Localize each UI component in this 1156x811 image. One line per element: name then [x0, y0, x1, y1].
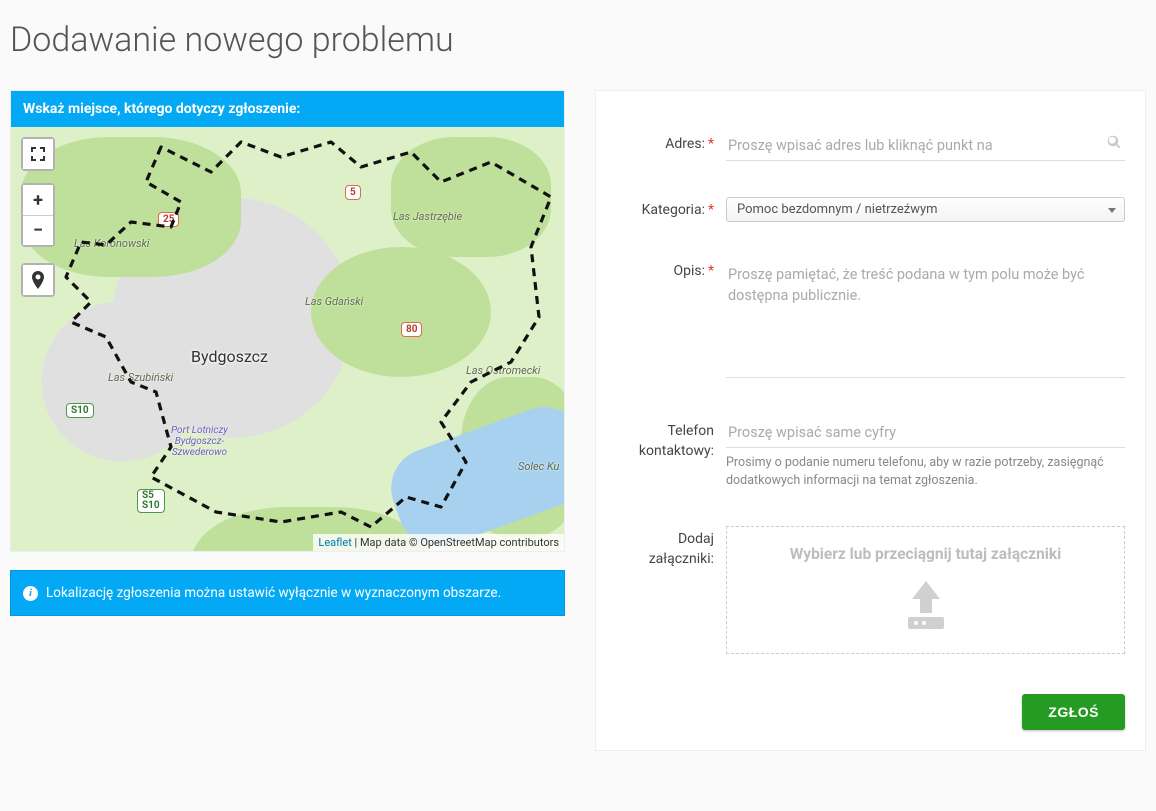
category-label: Kategoria:*: [616, 197, 726, 221]
description-textarea[interactable]: [726, 258, 1125, 378]
info-icon: i: [23, 586, 38, 601]
left-column: Wskaż miejsce, którego dotyczy zgłoszeni…: [10, 90, 565, 616]
content-row: Wskaż miejsce, którego dotyczy zgłoszeni…: [10, 90, 1146, 751]
description-label: Opis:*: [616, 258, 726, 282]
fullscreen-icon: [23, 139, 53, 169]
dropzone-text: Wybierz lub przeciągnij tutaj załączniki: [737, 545, 1114, 563]
fullscreen-control[interactable]: [21, 137, 55, 171]
locate-control[interactable]: [21, 263, 55, 297]
address-label: Adres:*: [616, 131, 726, 155]
category-selected-value: Pomoc bezdomnym / nietrzeźwym: [737, 202, 938, 217]
description-row: Opis:*: [616, 258, 1125, 382]
search-icon[interactable]: [1107, 135, 1121, 153]
category-row: Kategoria:* Pomoc bezdomnym / nietrzeźwy…: [616, 197, 1125, 222]
forest-label: Las Jastrzębie: [393, 210, 462, 223]
map-attribution: Leaflet | Map data © OpenStreetMap contr…: [313, 534, 564, 551]
road-shield-80: 80: [401, 322, 422, 337]
address-row: Adres:*: [616, 131, 1125, 161]
upload-icon: [737, 577, 1114, 637]
attachments-label: Dodaj załączniki:: [616, 526, 726, 569]
road-shield-s5-s10: S5 S10: [137, 489, 165, 513]
attachments-row: Dodaj załączniki: Wybierz lub przeciągni…: [616, 526, 1125, 654]
city-label: Bydgoszcz: [191, 347, 268, 366]
road-shield-5: 5: [345, 185, 361, 200]
forest-label: Las Szubiński: [108, 371, 173, 384]
pin-icon: [23, 265, 53, 295]
forest-label: Las Koronowski: [74, 237, 150, 250]
address-input[interactable]: [726, 131, 1125, 161]
info-alert: i Lokalizację zgłoszenia można ustawić w…: [10, 570, 565, 616]
attachments-dropzone[interactable]: Wybierz lub przeciągnij tutaj załączniki: [726, 526, 1125, 654]
map-forest: [391, 137, 551, 257]
forest-label: Las Gdański: [305, 295, 363, 308]
phone-label: Telefon kontaktowy:: [616, 418, 726, 461]
map-viewport[interactable]: 25 5 80 S10 S5 S10 Bydgoszcz Las Jastrzę…: [11, 127, 564, 551]
phone-input[interactable]: [726, 418, 1125, 448]
submit-row: ZGŁOŚ: [616, 694, 1125, 730]
phone-row: Telefon kontaktowy: Prosimy o podanie nu…: [616, 418, 1125, 490]
phone-help-text: Prosimy o podanie numeru telefonu, aby w…: [726, 454, 1125, 490]
map-panel: Wskaż miejsce, którego dotyczy zgłoszeni…: [10, 90, 565, 552]
zoom-out-button[interactable]: −: [23, 215, 53, 245]
zoom-in-button[interactable]: +: [23, 185, 53, 215]
forest-label: Las Ostromecki: [466, 364, 540, 377]
road-shield-s10: S10: [66, 403, 94, 418]
town-label: Solec Ku: [518, 460, 559, 473]
submit-button[interactable]: ZGŁOŚ: [1022, 694, 1125, 730]
category-select[interactable]: Pomoc bezdomnym / nietrzeźwym: [726, 197, 1125, 222]
attribution-text: | Map data © OpenStreetMap contributors: [352, 536, 559, 549]
map-forest: [311, 247, 491, 377]
info-alert-text: Lokalizację zgłoszenia można ustawić wył…: [46, 585, 501, 601]
page-title: Dodawanie nowego problemu: [10, 20, 1146, 60]
road-shield-25: 25: [158, 212, 179, 227]
leaflet-link[interactable]: Leaflet: [318, 536, 351, 549]
zoom-control: + −: [21, 183, 55, 247]
map-header: Wskaż miejsce, którego dotyczy zgłoszeni…: [11, 91, 564, 127]
form-panel: Adres:* Kategoria:* Pomoc bezdomnym / ni…: [595, 90, 1146, 751]
airport-label: Port Lotniczy Bydgoszcz- Szwederowo: [171, 425, 228, 458]
